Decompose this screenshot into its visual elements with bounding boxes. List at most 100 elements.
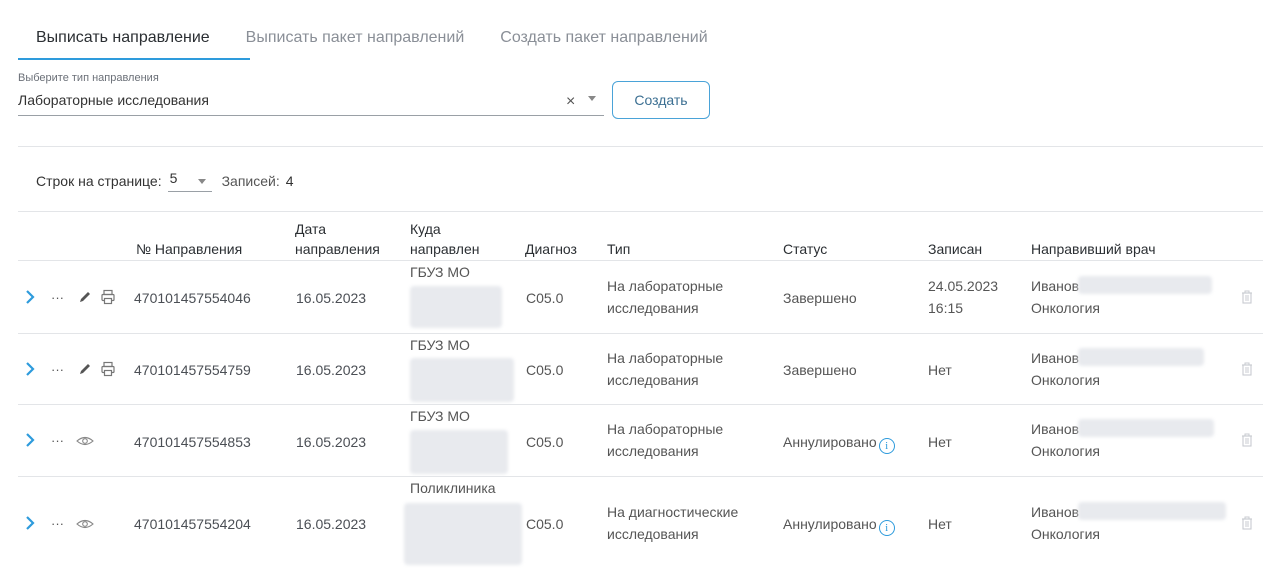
status-cell: Аннулировано i xyxy=(783,432,895,454)
trash-icon[interactable] xyxy=(1241,433,1253,447)
redacted-destination xyxy=(410,286,502,328)
eye-icon[interactable] xyxy=(76,518,94,530)
tab-issue-referral-package[interactable]: Выписать пакет направлений xyxy=(228,16,483,60)
header-doctor: Направивший врач xyxy=(1031,241,1156,257)
header-date-line1: Дата xyxy=(295,221,327,237)
info-icon[interactable]: i xyxy=(878,520,895,536)
pager: Строк на странице: 5 Записей: 4 xyxy=(36,170,294,192)
doctor-name: Иванов xyxy=(1031,504,1080,520)
type-line2: исследования xyxy=(607,526,699,542)
print-icon[interactable] xyxy=(100,289,116,305)
header-dest-line2: направлен xyxy=(410,241,480,257)
referral-number: 470101457554204 xyxy=(134,516,251,532)
doctor-name: Иванов xyxy=(1031,421,1080,437)
diagnosis: C05.0 xyxy=(526,290,564,306)
more-icon[interactable]: ··· xyxy=(51,433,64,448)
referrals-page: Выписать направление Выписать пакет напр… xyxy=(0,0,1263,568)
header-status: Статус xyxy=(783,241,828,257)
diagnosis: C05.0 xyxy=(526,362,564,378)
header-number: № Направления xyxy=(136,241,243,257)
chevron-right-icon[interactable] xyxy=(25,362,35,376)
redacted-doctor xyxy=(1078,502,1226,520)
chevron-right-icon[interactable] xyxy=(25,290,35,304)
doctor-department: Онкология xyxy=(1031,372,1101,388)
active-tab-indicator xyxy=(18,58,250,60)
status: Завершено xyxy=(783,290,857,306)
referral-date: 16.05.2023 xyxy=(296,362,367,378)
divider xyxy=(18,333,1263,334)
destination: ГБУЗ МО xyxy=(410,408,470,424)
divider xyxy=(18,211,1263,212)
direction-type-select[interactable]: Выберите тип направления Лабораторные ис… xyxy=(18,72,604,116)
rows-per-page-select[interactable]: 5 xyxy=(167,170,212,192)
destination: Поликлиника xyxy=(410,480,496,496)
destination: ГБУЗ МО xyxy=(410,264,470,280)
header-booked: Записан xyxy=(928,241,983,257)
booked-line2: 16:15 xyxy=(928,300,964,316)
direction-type-caption: Выберите тип направления xyxy=(18,72,159,84)
type-line1: На лабораторные xyxy=(607,350,724,366)
header-date-line2: направления xyxy=(295,241,380,257)
header-type: Тип xyxy=(607,241,631,257)
direction-type-value: Лабораторные исследования xyxy=(18,92,209,108)
status-cell: Аннулировано i xyxy=(783,514,895,536)
edit-pencil-icon[interactable] xyxy=(78,290,92,304)
tab-issue-referral[interactable]: Выписать направление xyxy=(18,16,228,60)
trash-icon[interactable] xyxy=(1241,290,1253,304)
doctor-department: Онкология xyxy=(1031,300,1101,316)
rows-per-page-value: 5 xyxy=(169,170,178,186)
destination: ГБУЗ МО xyxy=(410,337,470,353)
tab-create-referral-package[interactable]: Создать пакет направлений xyxy=(482,16,725,60)
redacted-doctor xyxy=(1078,276,1212,294)
more-icon[interactable]: ··· xyxy=(51,290,64,305)
type-line2: исследования xyxy=(607,300,699,316)
referral-date: 16.05.2023 xyxy=(296,434,367,450)
trash-icon[interactable] xyxy=(1241,516,1253,530)
redacted-destination xyxy=(410,358,514,402)
doctor-name: Иванов xyxy=(1031,278,1080,294)
status: Аннулировано xyxy=(783,516,877,532)
booked-line1: Нет xyxy=(928,516,952,532)
type-line1: На лабораторные xyxy=(607,421,724,437)
tab-bar: Выписать направление Выписать пакет напр… xyxy=(18,16,726,60)
chevron-down-icon xyxy=(197,179,206,184)
edit-pencil-icon[interactable] xyxy=(78,362,92,376)
eye-icon[interactable] xyxy=(76,435,94,447)
referral-number: 470101457554853 xyxy=(134,434,251,450)
divider xyxy=(18,260,1263,261)
doctor-department: Онкология xyxy=(1031,526,1101,542)
create-button[interactable]: Создать xyxy=(612,81,710,119)
referral-date: 16.05.2023 xyxy=(296,516,367,532)
chevron-right-icon[interactable] xyxy=(25,516,35,530)
divider xyxy=(18,476,1263,477)
booked-line1: Нет xyxy=(928,434,952,450)
clear-icon[interactable]: × xyxy=(566,94,575,110)
doctor-department: Онкология xyxy=(1031,443,1101,459)
referral-number: 470101457554759 xyxy=(134,362,251,378)
redacted-destination xyxy=(410,430,508,474)
type-line2: исследования xyxy=(607,372,699,388)
type-line1: На лабораторные xyxy=(607,278,724,294)
status: Завершено xyxy=(783,362,857,378)
booked-line1: 24.05.2023 xyxy=(928,278,999,294)
diagnosis: C05.0 xyxy=(526,516,564,532)
booked-line1: Нет xyxy=(928,362,952,378)
referral-number: 470101457554046 xyxy=(134,290,251,306)
type-line2: исследования xyxy=(607,443,699,459)
more-icon[interactable]: ··· xyxy=(51,516,64,531)
redacted-doctor xyxy=(1078,348,1204,366)
status: Аннулировано xyxy=(783,434,877,450)
diagnosis: C05.0 xyxy=(526,434,564,450)
header-dest-line1: Куда xyxy=(410,221,441,237)
chevron-down-icon[interactable] xyxy=(588,96,596,101)
chevron-right-icon[interactable] xyxy=(25,433,35,447)
records-count: 4 xyxy=(285,173,294,189)
divider xyxy=(18,404,1263,405)
header-diagnosis: Диагноз xyxy=(525,241,577,257)
type-line1: На диагностические xyxy=(607,504,739,520)
trash-icon[interactable] xyxy=(1241,362,1253,376)
more-icon[interactable]: ··· xyxy=(51,362,64,377)
referral-date: 16.05.2023 xyxy=(296,290,367,306)
info-icon[interactable]: i xyxy=(878,438,895,454)
print-icon[interactable] xyxy=(100,361,116,377)
